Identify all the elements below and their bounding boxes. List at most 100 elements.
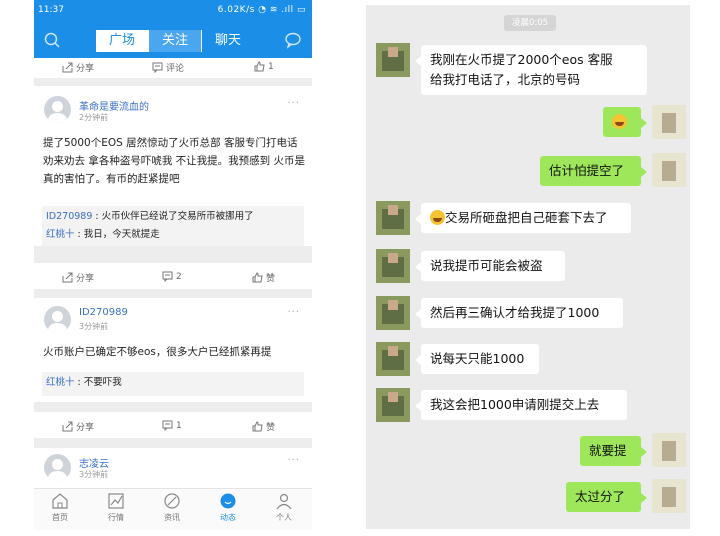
like-label: 赞 [266,423,276,433]
commenter-name[interactable]: 红桃十 [46,229,75,240]
tab-chat[interactable]: 聊天 [202,30,254,52]
avatar[interactable] [44,454,71,481]
like-button[interactable]: 赞 [252,271,275,284]
status-bar: 11:37 6.02K/s ◔ ≋ .ıll ▭ [34,0,312,22]
chat-bubble-incoming[interactable]: 说每天只能1000 [415,344,539,374]
avatar[interactable] [376,342,410,376]
post-text: 提了5000个EOS 居然惊动了火币总部 客服专门打电话 劝来劝去 拿各种盗号吓… [43,137,306,185]
home-icon [52,493,68,509]
comment-text: : 我日，今天就提走 [74,229,160,240]
avatar[interactable] [44,306,71,333]
share-icon [62,272,73,283]
commenter-name[interactable]: ID270989 [46,211,92,222]
more-options-icon[interactable]: ··· [287,455,300,466]
like-button[interactable]: 1 [254,61,274,72]
message-text: 就要提 [589,443,627,458]
more-options-icon[interactable]: ··· [287,307,300,318]
message-text: 我这会把1000申请刚提交上去 [430,397,600,412]
person-icon [276,493,292,510]
post-time: 3分钟前 [79,470,109,479]
nav-label: 行情 [108,513,124,522]
tab-bar: 广场 关注 聊天 [96,30,254,52]
grinning-emoji-icon [430,210,445,225]
avatar[interactable] [652,433,686,467]
share-button[interactable]: 分享 [62,420,94,433]
chat-timestamp: 凌晨0:05 [504,15,556,31]
avatar[interactable] [44,96,71,123]
tab-plaza[interactable]: 广场 [96,30,148,52]
bottom-nav: 首页 行情 资讯 动态 个人 [34,488,312,530]
post-text: 火币账户已确定不够eos，很多大户已经抓紧再提 [43,346,272,358]
commenter-name[interactable]: 红桃十 [46,377,75,388]
nav-label: 资讯 [164,513,180,522]
comment-count: 2 [176,271,182,282]
post-card: 志凌云 3分钟前 ··· [34,448,312,488]
post-username[interactable]: 志凌云 [79,455,109,470]
avatar[interactable] [376,388,410,422]
nav-profile[interactable]: 个人 [264,492,304,523]
chat-bubble-incoming[interactable]: 我这会把1000申请刚提交上去 [415,390,627,420]
nav-home[interactable]: 首页 [40,492,80,523]
comment-button[interactable]: 2 [162,271,182,282]
avatar[interactable] [376,201,410,235]
comment-icon [152,62,163,73]
chat-bubble-outgoing[interactable] [603,107,647,137]
comment-text: : 不要吓我 [74,377,122,388]
thumbs-up-icon [252,272,263,283]
feed-bubble-icon [220,493,236,509]
message-text: 交易所砸盘把自己砸套下去了 [445,210,608,225]
message-text: 说我提币可能会被盗 [430,258,543,273]
message-line: 我刚在火币提了2000个eos 客服 [430,52,613,67]
comment-label: 评论 [166,64,185,74]
post-time: 3分钟前 [79,322,109,331]
chat-bubble-incoming[interactable]: 说我提币可能会被盗 [415,251,565,281]
post-card: ID270989 3分钟前 ··· 火币账户已确定不够eos，很多大户已经抓紧再… [34,298,312,402]
nav-feed[interactable]: 动态 [208,492,248,523]
message-line: 给我打电话了，北京的号码 [430,72,581,87]
chat-bubble-incoming[interactable]: 我刚在火币提了2000个eos 客服 给我打电话了，北京的号码 [415,45,647,95]
message-text: 太过分了 [575,489,626,504]
comment-count: 1 [176,420,182,431]
post-actions-previous: 分享 评论 1 [34,58,312,78]
nav-news[interactable]: 资讯 [152,492,192,523]
share-icon [62,62,73,73]
post-username[interactable]: 革命是要流血的 [79,98,149,113]
post-actions: 分享 2 赞 [34,263,312,289]
comment-item: 红桃十 : 我日，今天就提走 [46,226,300,244]
message-text: 估计怕提空了 [549,163,625,178]
status-network: 6.02K/s ◔ ≋ .ıll ▭ [217,5,306,15]
chat-bubble-outgoing[interactable]: 就要提 [580,436,647,466]
chat-bubble-incoming[interactable]: 然后再三确认才给我提了1000 [415,298,623,328]
avatar[interactable] [652,105,686,139]
status-time: 11:37 [38,5,64,15]
message-icon[interactable] [284,31,302,49]
nav-market[interactable]: 行情 [96,492,136,523]
chat-bubble-outgoing[interactable]: 估计怕提空了 [540,156,647,186]
comment-text: : 火币伙伴已经说了交易所币被挪用了 [92,211,254,222]
avatar[interactable] [652,153,686,187]
share-button[interactable]: 分享 [62,271,94,284]
avatar[interactable] [376,249,410,283]
comment-button[interactable]: 1 [162,420,182,431]
share-icon [62,421,73,432]
post-actions: 分享 1 赞 [34,412,312,438]
feed: 分享 评论 1 革命是要流血的 2分钟前 ··· 提了5000个EOS 居然惊动… [34,58,312,488]
comment-list: ID270989 : 火币伙伴已经说了交易所币被挪用了 红桃十 : 我日，今天就… [42,206,304,246]
chart-icon [108,493,124,509]
comment-button[interactable]: 评论 [152,61,184,74]
share-button[interactable]: 分享 [62,61,94,74]
tab-follow[interactable]: 关注 [148,30,202,52]
chat-bubble-outgoing[interactable]: 太过分了 [566,482,647,512]
avatar[interactable] [652,479,686,513]
avatar[interactable] [376,296,410,330]
chat-bubble-incoming[interactable]: 交易所砸盘把自己砸套下去了 [415,203,631,233]
message-text: 然后再三确认才给我提了1000 [430,305,600,320]
comment-item: 红桃十 : 不要吓我 [46,374,300,392]
post-username[interactable]: ID270989 [79,307,128,318]
comment-list: 红桃十 : 不要吓我 [42,372,304,396]
like-button[interactable]: 赞 [252,420,275,433]
search-icon[interactable] [43,31,61,49]
more-options-icon[interactable]: ··· [287,98,300,109]
avatar[interactable] [376,43,410,77]
nav-label: 动态 [220,513,236,522]
